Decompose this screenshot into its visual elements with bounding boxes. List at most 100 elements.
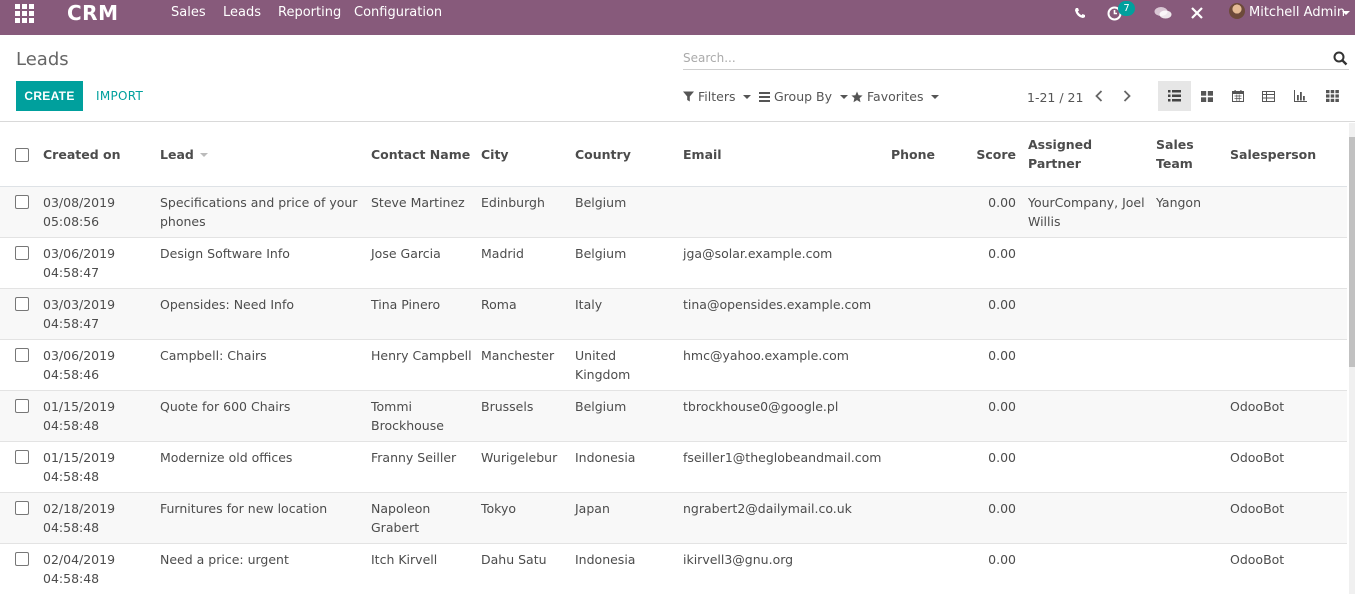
pager-previous-icon[interactable] [1093, 89, 1107, 105]
table-row[interactable]: 03/03/2019 04:58:47 Opensides: Need Info T… [0, 288, 1347, 339]
column-contact-name[interactable]: Contact Name [367, 123, 477, 187]
city-cell[interactable]: Edinburgh [477, 186, 571, 237]
column-lead[interactable]: Lead [156, 123, 367, 187]
search-icon[interactable] [1333, 51, 1349, 67]
phone-icon[interactable] [1071, 4, 1089, 22]
graph-view-icon[interactable] [1284, 81, 1317, 111]
grid-view-icon[interactable] [1316, 81, 1349, 111]
email-cell[interactable]: hmc@yahoo.example.com [679, 339, 887, 390]
lead-cell[interactable]: Campbell: Chairs [156, 339, 367, 390]
phone-cell[interactable] [887, 186, 947, 237]
row-checkbox[interactable] [15, 194, 29, 209]
country-cell[interactable]: Belgium [571, 237, 679, 288]
country-cell[interactable]: Japan [571, 492, 679, 543]
favorites-dropdown[interactable]: Favorites [851, 89, 940, 104]
contact-name-cell[interactable]: Steve Martinez [367, 186, 477, 237]
table-row[interactable]: 02/18/2019 04:58:48 Furnitures for new lo… [0, 492, 1347, 543]
filters-dropdown[interactable]: Filters [683, 89, 752, 104]
select-all-checkbox[interactable] [15, 148, 29, 163]
sales-team-cell[interactable] [1152, 288, 1226, 339]
contact-name-cell[interactable]: Tina Pinero [367, 288, 477, 339]
app-brand[interactable]: CRM [67, 1, 118, 25]
city-cell[interactable]: Tokyo [477, 492, 571, 543]
row-checkbox[interactable] [15, 449, 29, 464]
phone-cell[interactable] [887, 288, 947, 339]
lead-cell[interactable]: Quote for 600 Chairs [156, 390, 367, 441]
pivot-view-icon[interactable] [1252, 81, 1285, 111]
assigned-partner-cell[interactable] [1020, 492, 1152, 543]
groupby-dropdown[interactable]: Group By [759, 89, 849, 104]
lead-cell[interactable]: Specifications and price of your phones [156, 186, 367, 237]
created-on-cell[interactable]: 02/04/2019 04:58:48 [39, 543, 156, 594]
assigned-partner-cell[interactable]: YourCompany, Joel Willis [1020, 186, 1152, 237]
column-sales-team[interactable]: Sales Team [1152, 123, 1226, 187]
salesperson-cell[interactable] [1226, 237, 1347, 288]
lead-cell[interactable]: Need a price: urgent [156, 543, 367, 594]
import-button[interactable]: IMPORT [96, 89, 143, 103]
city-cell[interactable]: Wurigelebur [477, 441, 571, 492]
salesperson-cell[interactable]: OdooBot [1226, 441, 1347, 492]
city-cell[interactable]: Roma [477, 288, 571, 339]
column-email[interactable]: Email [679, 123, 887, 187]
table-row[interactable]: 03/06/2019 04:58:47 Design Software Info J… [0, 237, 1347, 288]
contact-name-cell[interactable]: Itch Kirvell [367, 543, 477, 594]
column-score[interactable]: Score [947, 123, 1020, 187]
email-cell[interactable]: fseiller1@theglobeandmail.com [679, 441, 887, 492]
column-phone[interactable]: Phone [887, 123, 947, 187]
messages-icon[interactable] [1154, 4, 1172, 22]
contact-name-cell[interactable]: Napoleon Grabert [367, 492, 477, 543]
pager-next-icon[interactable] [1121, 89, 1135, 105]
phone-cell[interactable] [887, 492, 947, 543]
row-checkbox[interactable] [15, 398, 29, 413]
email-cell[interactable]: ikirvell3@gnu.org [679, 543, 887, 594]
phone-cell[interactable] [887, 339, 947, 390]
assigned-partner-cell[interactable] [1020, 288, 1152, 339]
city-cell[interactable]: Manchester [477, 339, 571, 390]
sales-team-cell[interactable]: Yangon [1152, 186, 1226, 237]
column-city[interactable]: City [477, 123, 571, 187]
column-assigned-partner[interactable]: Assigned Partner [1020, 123, 1152, 187]
row-checkbox[interactable] [15, 245, 29, 260]
phone-cell[interactable] [887, 237, 947, 288]
lead-cell[interactable]: Modernize old offices [156, 441, 367, 492]
created-on-cell[interactable]: 01/15/2019 04:58:48 [39, 441, 156, 492]
sales-team-cell[interactable] [1152, 441, 1226, 492]
user-avatar[interactable] [1229, 3, 1245, 19]
lead-cell[interactable]: Furnitures for new location [156, 492, 367, 543]
created-on-cell[interactable]: 03/08/2019 05:08:56 [39, 186, 156, 237]
user-name[interactable]: Mitchell Admin [1249, 5, 1345, 20]
email-cell[interactable]: tbrockhouse0@google.pl [679, 390, 887, 441]
scrollbar-thumb[interactable] [1349, 137, 1355, 367]
country-cell[interactable]: Indonesia [571, 441, 679, 492]
city-cell[interactable]: Madrid [477, 237, 571, 288]
assigned-partner-cell[interactable] [1020, 237, 1152, 288]
salesperson-cell[interactable] [1226, 288, 1347, 339]
table-row[interactable]: 03/08/2019 05:08:56 Specifications and pr… [0, 186, 1347, 237]
salesperson-cell[interactable] [1226, 339, 1347, 390]
created-on-cell[interactable]: 02/18/2019 04:58:48 [39, 492, 156, 543]
score-cell[interactable]: 0.00 [947, 390, 1020, 441]
phone-cell[interactable] [887, 441, 947, 492]
score-cell[interactable]: 0.00 [947, 288, 1020, 339]
contact-name-cell[interactable]: Tommi Brockhouse [367, 390, 477, 441]
country-cell[interactable]: United Kingdom [571, 339, 679, 390]
table-row[interactable]: 01/15/2019 04:58:48 Modernize old offices… [0, 441, 1347, 492]
column-salesperson[interactable]: Salesperson [1226, 123, 1347, 187]
debug-tools-icon[interactable] [1188, 4, 1206, 22]
sales-team-cell[interactable] [1152, 339, 1226, 390]
salesperson-cell[interactable]: OdooBot [1226, 492, 1347, 543]
score-cell[interactable]: 0.00 [947, 186, 1020, 237]
assigned-partner-cell[interactable] [1020, 543, 1152, 594]
menu-leads[interactable]: Leads [223, 5, 261, 20]
sales-team-cell[interactable] [1152, 543, 1226, 594]
city-cell[interactable]: Brussels [477, 390, 571, 441]
country-cell[interactable]: Indonesia [571, 543, 679, 594]
row-checkbox[interactable] [15, 347, 29, 362]
table-row[interactable]: 02/04/2019 04:58:48 Need a price: urgent I… [0, 543, 1347, 594]
created-on-cell[interactable]: 03/06/2019 04:58:47 [39, 237, 156, 288]
assigned-partner-cell[interactable] [1020, 339, 1152, 390]
sales-team-cell[interactable] [1152, 237, 1226, 288]
country-cell[interactable]: Italy [571, 288, 679, 339]
phone-cell[interactable] [887, 390, 947, 441]
vertical-scrollbar[interactable] [1349, 123, 1355, 594]
